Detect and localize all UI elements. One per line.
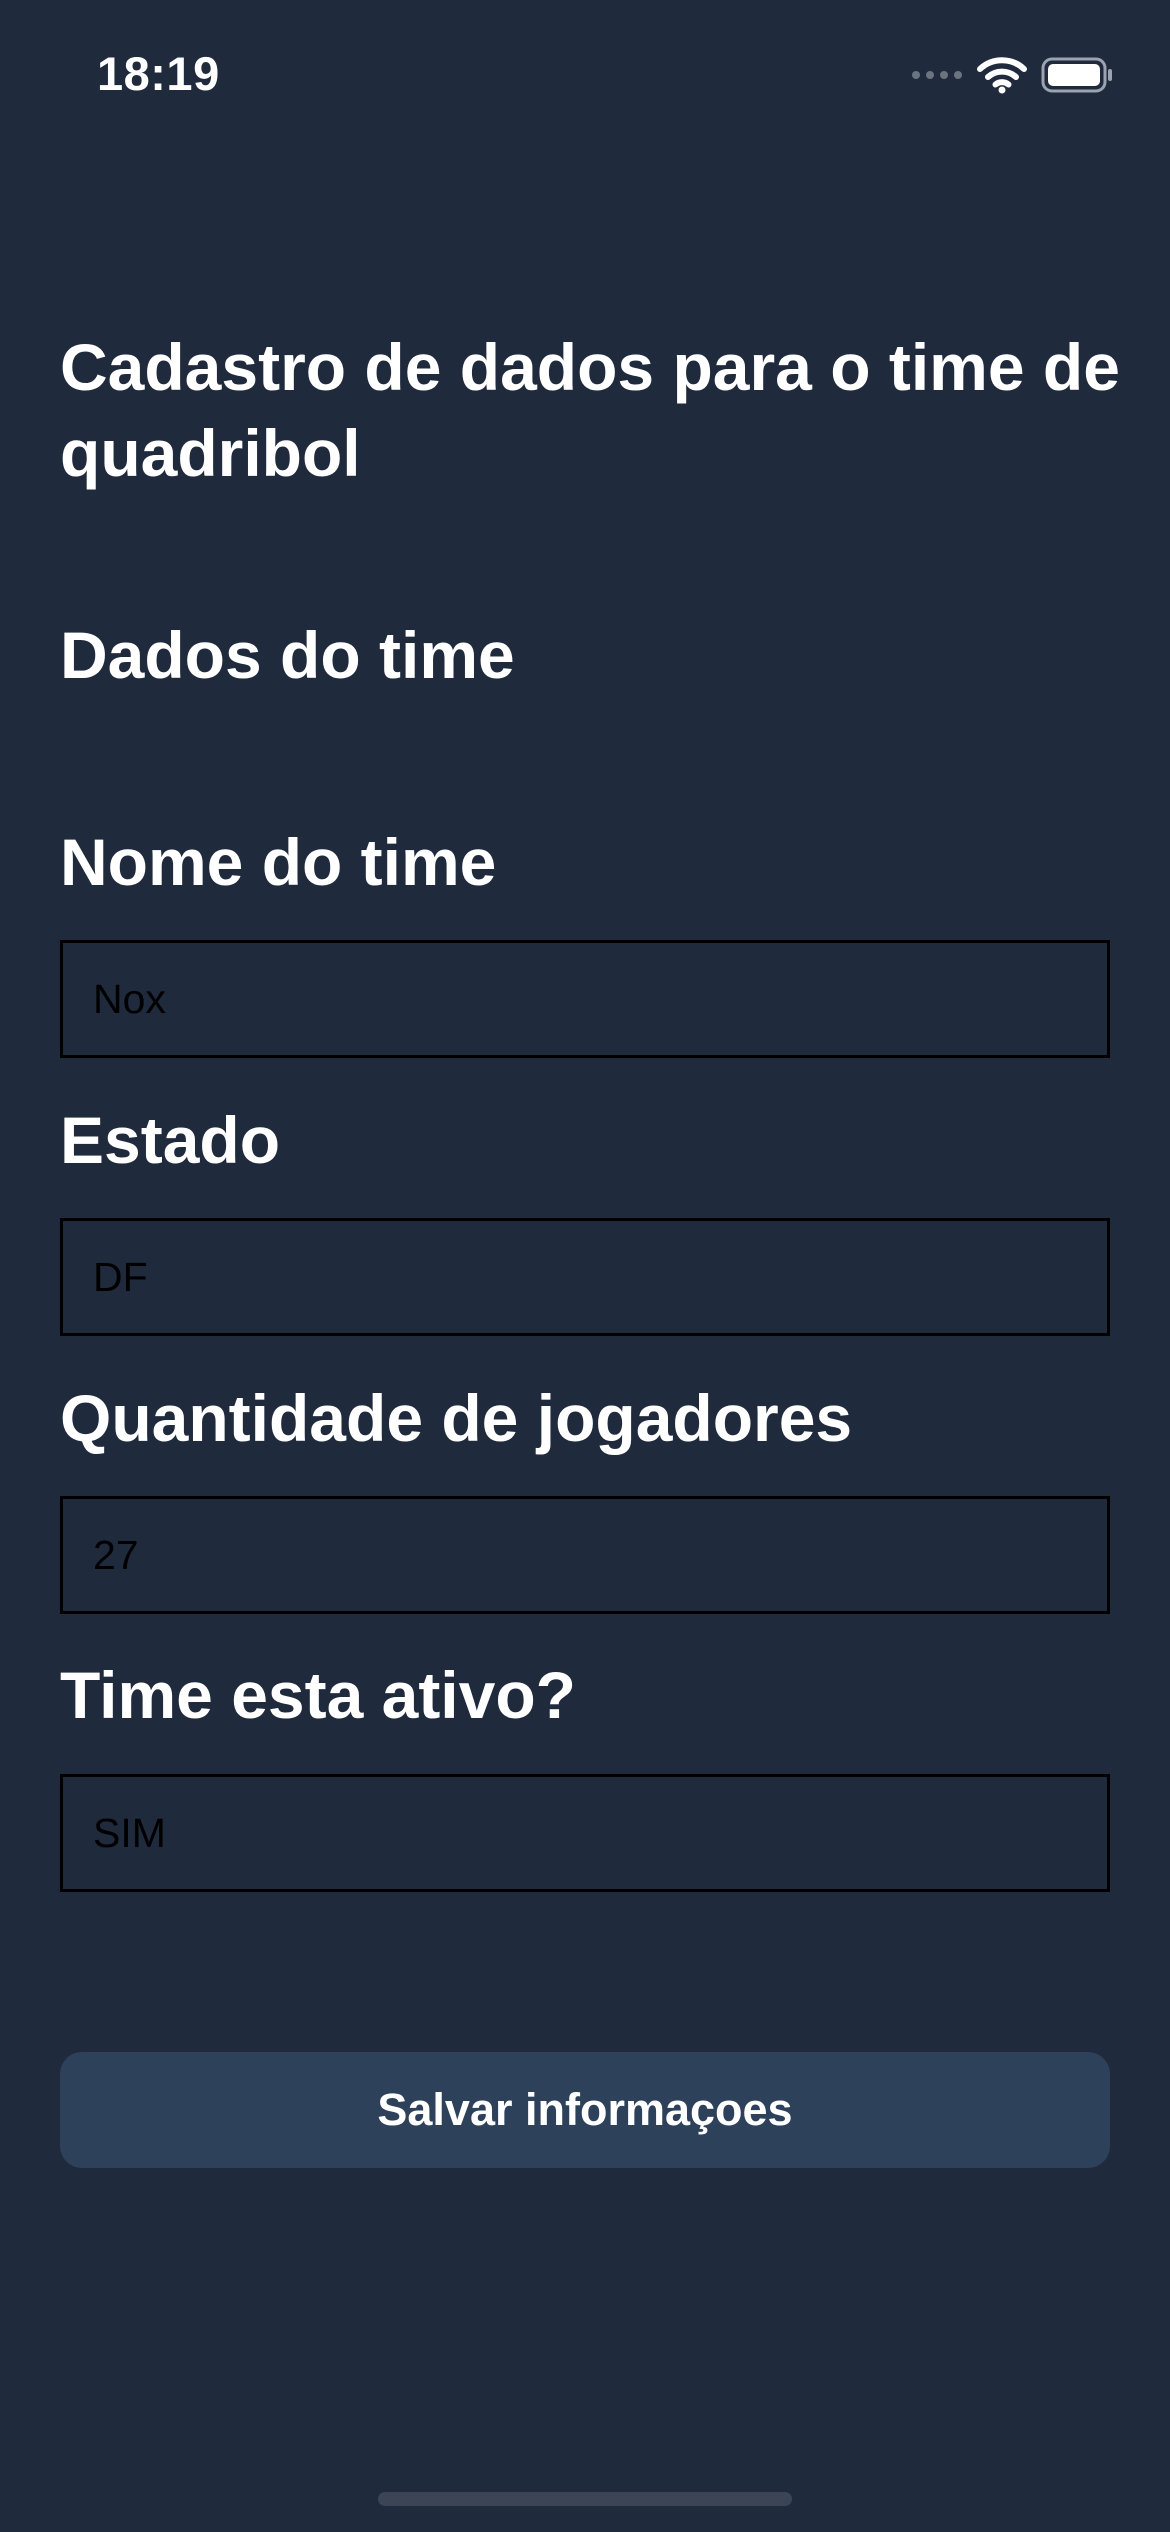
save-button[interactable]: Salvar informaçoes <box>60 2052 1110 2168</box>
team-active-input[interactable] <box>60 1774 1110 1892</box>
team-name-input[interactable] <box>60 940 1110 1058</box>
player-count-label: Quantidade de jogadores <box>60 1381 853 1455</box>
wifi-icon <box>977 56 1027 94</box>
state-input[interactable] <box>60 1218 1110 1336</box>
team-name-label: Nome do time <box>60 825 497 899</box>
battery-icon <box>1041 57 1113 93</box>
status-icons <box>911 55 1113 95</box>
home-indicator <box>378 2492 792 2506</box>
status-bar: 18:19 <box>0 0 1170 150</box>
state-label: Estado <box>60 1103 281 1177</box>
section-title: Dados do time <box>60 618 515 692</box>
player-count-input[interactable] <box>60 1496 1110 1614</box>
page-title: Cadastro de dados para o time de quadrib… <box>60 330 1120 490</box>
team-active-label: Time esta ativo? <box>60 1658 576 1732</box>
status-time: 18:19 <box>97 47 220 100</box>
signal-dots-icon <box>911 70 963 80</box>
